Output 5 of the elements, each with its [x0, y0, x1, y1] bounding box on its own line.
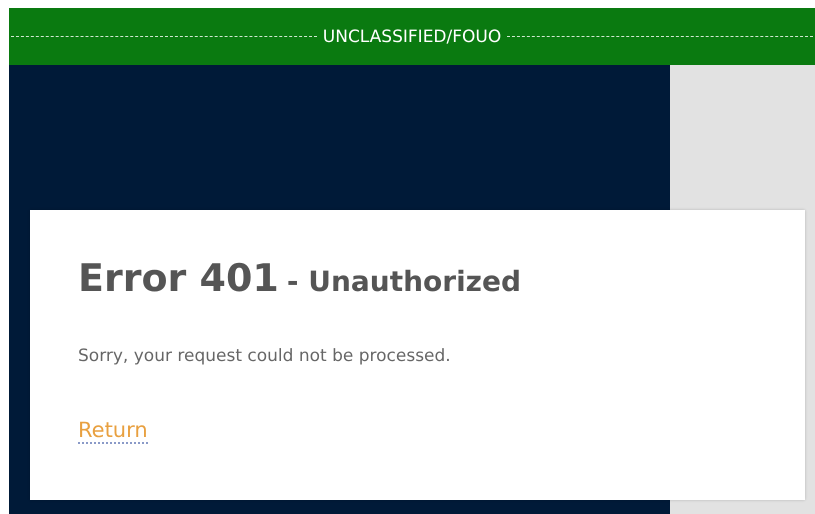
error-message: Sorry, your request could not be processed.: [78, 346, 452, 366]
return-link[interactable]: Return: [78, 418, 148, 444]
error-code: Error 401: [78, 256, 279, 300]
classification-label: UNCLASSIFIED/FOUO: [322, 26, 502, 46]
error-name: - Unauthorized: [286, 265, 522, 298]
